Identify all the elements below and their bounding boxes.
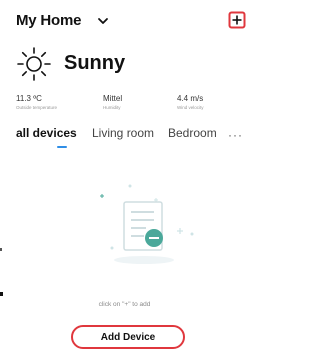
tab-all-devices[interactable]: all devices	[16, 126, 77, 140]
stat-humidity: Mittel Humidity	[103, 94, 122, 111]
tab-living-room[interactable]: Living room	[92, 126, 154, 140]
header: My Home	[16, 11, 246, 35]
stat-label: Humidity	[103, 105, 121, 110]
chevron-down-icon[interactable]	[96, 14, 110, 28]
sun-icon	[17, 47, 51, 81]
active-tab-indicator	[57, 146, 67, 148]
more-tabs-icon[interactable]: ···	[228, 128, 243, 142]
plus-square-icon[interactable]	[228, 11, 246, 29]
stat-value: 4.4 m/s	[177, 94, 204, 103]
empty-document-icon	[100, 184, 194, 264]
stat-wind: 4.4 m/s Wind velocity	[177, 94, 204, 111]
stat-value: Mittel	[103, 94, 123, 103]
stat-temperature: 11.3 ºC Outside temperature	[16, 94, 57, 111]
edge-marks	[0, 248, 3, 296]
stat-value: 11.3 ºC	[16, 94, 42, 103]
empty-state-hint: click on "+" to add	[98, 301, 151, 308]
add-device-button[interactable]: Add Device	[71, 325, 185, 349]
stat-label: Wind velocity	[177, 105, 204, 110]
add-device-button-label: Add Device	[100, 331, 156, 343]
weather-summary: Sunny	[16, 46, 236, 82]
stat-label: Outside temperature	[16, 105, 58, 110]
home-name[interactable]: My Home	[16, 12, 81, 29]
room-tabs: all devices Living room Bedroom	[0, 126, 249, 148]
weather-condition: Sunny	[64, 52, 126, 74]
tab-bedroom[interactable]: Bedroom	[168, 126, 217, 140]
